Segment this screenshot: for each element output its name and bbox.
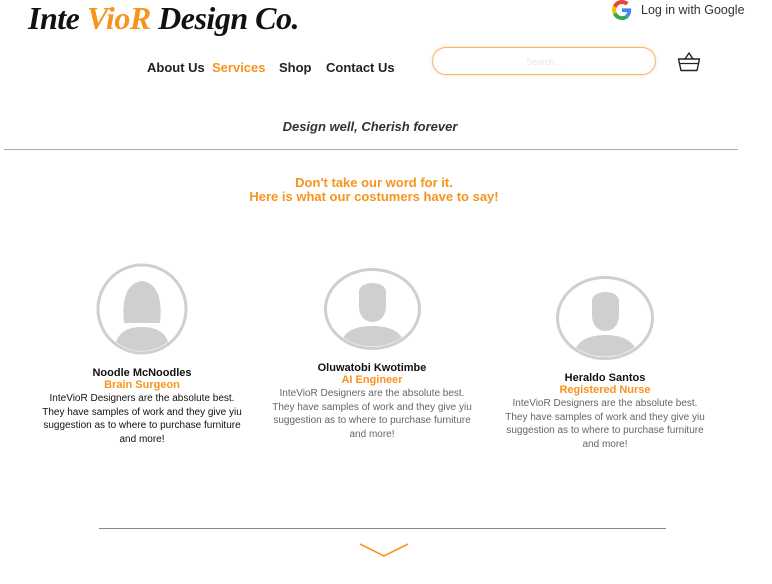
google-login-label: Log in with Google: [641, 3, 745, 17]
chevron-down-icon: [359, 543, 409, 557]
testimonial-name: Heraldo Santos: [564, 372, 646, 384]
testimonial-quote: InteVioR Designers are the absolute best…: [272, 388, 472, 440]
testimonial-role: Registered Nurse: [559, 384, 651, 396]
testimonial-name: Noodle McNoodles: [92, 367, 192, 379]
testimonials-intro: Don't take our word for it. Here is what…: [0, 176, 748, 204]
google-login-button[interactable]: Log in with Google: [612, 0, 745, 20]
testimonial-card: Oluwatobi Kwotimbe AI Engineer InteVioR …: [272, 268, 472, 441]
intro-line-1: Don't take our word for it.: [295, 175, 453, 190]
logo-text-4: Design Co.: [150, 0, 299, 36]
testimonial-quote: InteVioR Designers are the absolute best…: [505, 398, 705, 450]
nav-services[interactable]: Services: [212, 60, 266, 75]
nav-about-us[interactable]: About Us: [147, 60, 205, 75]
logo-text-2: Vio: [86, 0, 130, 36]
nav-shop[interactable]: Shop: [279, 60, 312, 75]
testimonial-quote: InteVioR Designers are the absolute best…: [42, 393, 242, 445]
search-box: [432, 47, 656, 75]
search-input[interactable]: [433, 49, 655, 75]
google-icon: [612, 0, 632, 20]
scroll-down-button[interactable]: [359, 542, 409, 563]
logo-text-3: R: [129, 0, 151, 36]
testimonial-card: Heraldo Santos Registered Nurse InteVioR…: [505, 276, 705, 451]
testimonial-role: Brain Surgeon: [104, 379, 180, 391]
testimonial-card: Noodle McNoodles Brain Surgeon InteVioR …: [42, 263, 242, 446]
male-avatar-icon: [556, 276, 654, 360]
testimonial-name: Oluwatobi Kwotimbe: [317, 362, 427, 374]
header-divider: [4, 149, 738, 150]
logo-text-1: Inte: [28, 0, 87, 36]
female-avatar-icon: [96, 263, 188, 355]
cart-button[interactable]: [677, 51, 701, 78]
site-logo[interactable]: Inte VioR Design Co.: [28, 0, 299, 37]
male-avatar-icon: [323, 268, 421, 350]
testimonial-role: AI Engineer: [341, 374, 403, 386]
nav-contact-us[interactable]: Contact Us: [326, 60, 395, 75]
intro-line-2: Here is what our costumers have to say!: [249, 189, 499, 204]
basket-icon: [677, 52, 701, 72]
footer-divider: [99, 528, 666, 529]
tagline: Design well, Cherish forever: [282, 119, 458, 134]
